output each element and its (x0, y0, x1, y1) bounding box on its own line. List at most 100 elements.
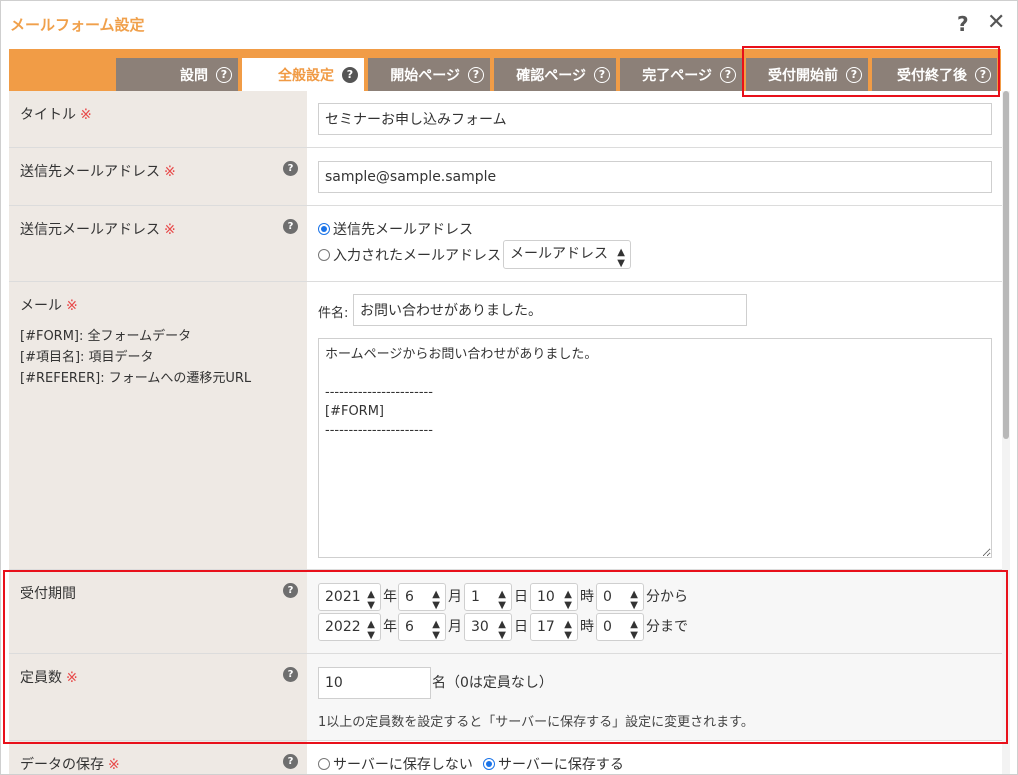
tab-help-icon[interactable]: ? (846, 66, 862, 83)
tab-start-page[interactable]: 開始ページ ? (368, 58, 490, 91)
tab-label: 確認ページ (516, 67, 586, 84)
updown-icon: ▲ ▼ (498, 619, 506, 641)
mail-label: メール ※ (20, 298, 78, 314)
radio-selected[interactable] (483, 758, 495, 770)
tab-before-reception[interactable]: 受付開始前 ? (746, 58, 868, 91)
tab-help-icon[interactable]: ? (468, 66, 484, 83)
help-icon[interactable]: ? (283, 754, 298, 769)
select-value: メールアドレス (510, 246, 608, 262)
help-icon[interactable]: ? (283, 161, 298, 176)
start-year-select[interactable]: 2021 ▲ ▼ (318, 583, 381, 611)
year-unit: 年 (383, 619, 397, 635)
save-option-yes[interactable]: サーバーに保存する (483, 754, 624, 774)
required-mark: ※ (80, 107, 92, 123)
from-field-select[interactable]: メールアドレス ▲ ▼ (503, 240, 631, 269)
month-unit: 月 (448, 589, 462, 605)
from-address-row: 送信元メールアドレス ※ ? 送信先メールアドレス 入力されたメールアドレス メー… (9, 206, 1002, 282)
subject-label: 件名: (318, 306, 349, 321)
mail-row: メール ※ [#FORM]: 全フォームデータ [#項目名]: 項目データ [#R… (9, 282, 1002, 570)
tab-help-icon[interactable]: ? (975, 66, 991, 83)
tab-help-icon[interactable]: ? (594, 66, 610, 83)
hint-text: [#REFERER]: フォームへの遷移元URL (20, 371, 252, 386)
to-address-label: 送信先メールアドレス ※ (20, 164, 176, 180)
help-icon[interactable]: ? (283, 219, 298, 234)
hint-text: [#FORM]: 全フォームデータ (20, 329, 192, 344)
required-mark: ※ (108, 757, 120, 773)
updown-icon: ▲ ▼ (498, 589, 506, 611)
updown-icon: ▲ ▼ (432, 619, 440, 641)
scrollbar-thumb[interactable] (1003, 91, 1009, 439)
capacity-unit: 名（0は定員なし） (432, 675, 553, 691)
reception-period-label: 受付期間 (20, 586, 76, 602)
required-mark: ※ (66, 670, 78, 686)
data-save-label: データの保存 ※ (20, 757, 120, 773)
radio-label: 入力されたメールアドレス (333, 248, 501, 264)
save-option-no[interactable]: サーバーに保存しない (318, 754, 473, 774)
to-address-row: 送信先メールアドレス ※ ? (9, 148, 1002, 206)
capacity-label: 定員数 ※ (20, 670, 78, 686)
required-mark: ※ (66, 298, 78, 314)
end-month-select[interactable]: 6 ▲ ▼ (398, 613, 446, 641)
tab-help-icon[interactable]: ? (216, 66, 232, 83)
required-mark: ※ (164, 222, 176, 238)
subject-input[interactable] (353, 294, 747, 326)
title-input[interactable] (318, 103, 992, 135)
start-day-select[interactable]: 1 ▲ ▼ (464, 583, 512, 611)
end-suffix: 分まで (646, 619, 688, 635)
start-minute-select[interactable]: 0 ▲ ▼ (596, 583, 644, 611)
title-row: タイトル ※ (9, 91, 1002, 148)
updown-icon: ▲ ▼ (432, 589, 440, 611)
radio-selected[interactable] (318, 223, 330, 235)
tab-confirm-page[interactable]: 確認ページ ? (494, 58, 616, 91)
day-unit: 日 (514, 619, 528, 635)
help-icon[interactable]: ? (283, 583, 298, 598)
updown-icon: ▲ ▼ (617, 247, 625, 269)
capacity-note: 1以上の定員数を設定すると「サーバーに保存する」設定に変更されます。 (318, 715, 754, 730)
updown-icon: ▲ ▼ (564, 619, 572, 641)
settings-form: タイトル※ 送信先メールアドレス※ ? 送信元メールアドレス※ ? 送信先メール… (9, 91, 1002, 774)
tab-label: 開始ページ (390, 67, 460, 84)
tab-after-reception[interactable]: 受付終了後 ? (872, 58, 997, 91)
end-minute-select[interactable]: 0 ▲ ▼ (596, 613, 644, 641)
end-hour-select[interactable]: 17 ▲ ▼ (530, 613, 578, 641)
help-icon[interactable]: ? (957, 12, 969, 36)
mail-body-textarea[interactable] (318, 338, 992, 558)
scrollbar[interactable] (1002, 91, 1010, 774)
day-unit: 日 (514, 589, 528, 605)
from-option-input-address[interactable]: 入力されたメールアドレス (318, 245, 501, 265)
end-day-select[interactable]: 30 ▲ ▼ (464, 613, 512, 641)
tab-general-settings[interactable]: 全般設定 ? (242, 58, 364, 91)
from-option-to-address[interactable]: 送信先メールアドレス (318, 219, 473, 239)
help-icon[interactable]: ? (283, 667, 298, 682)
radio-label: サーバーに保存しない (333, 757, 473, 773)
close-icon[interactable]: ✕ (987, 10, 1005, 35)
radio-unselected[interactable] (318, 758, 330, 770)
radio-label: 送信先メールアドレス (333, 222, 473, 238)
tab-help-icon[interactable]: ? (342, 66, 358, 83)
hour-unit: 時 (580, 589, 594, 605)
hour-unit: 時 (580, 619, 594, 635)
year-unit: 年 (383, 589, 397, 605)
updown-icon: ▲ ▼ (630, 619, 638, 641)
updown-icon: ▲ ▼ (367, 619, 375, 641)
tab-questions[interactable]: 設問 ? (116, 58, 238, 91)
updown-icon: ▲ ▼ (630, 589, 638, 611)
capacity-input[interactable] (318, 667, 431, 699)
row-label-cell: 受付期間 ? (9, 570, 307, 653)
start-month-select[interactable]: 6 ▲ ▼ (398, 583, 446, 611)
start-hour-select[interactable]: 10 ▲ ▼ (530, 583, 578, 611)
row-label-cell: 定員数 ※ ? (9, 654, 307, 740)
row-label-cell: メール ※ [#FORM]: 全フォームデータ [#項目名]: 項目データ [#R… (9, 282, 307, 569)
mail-hints: [#FORM]: 全フォームデータ [#項目名]: 項目データ [#REFERE… (20, 326, 251, 389)
to-address-input[interactable] (318, 161, 992, 193)
row-label-cell: タイトル ※ (9, 91, 307, 147)
radio-unselected[interactable] (318, 249, 330, 261)
hint-text: [#項目名]: 項目データ (20, 350, 154, 365)
updown-icon: ▲ ▼ (564, 589, 572, 611)
title-label: タイトル ※ (20, 107, 92, 123)
tab-complete-page[interactable]: 完了ページ ? (620, 58, 742, 91)
capacity-row: 定員数※ ? 名（0は定員なし） 1以上の定員数を設定すると「サーバーに保存する… (9, 654, 1002, 741)
required-mark: ※ (164, 164, 176, 180)
end-year-select[interactable]: 2022 ▲ ▼ (318, 613, 381, 641)
tab-help-icon[interactable]: ? (720, 66, 736, 83)
